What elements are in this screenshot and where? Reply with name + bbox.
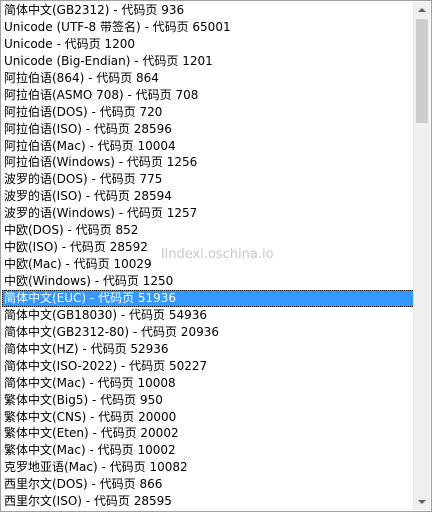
list-item[interactable]: 简体中文(GB2312-80) - 代码页 20936 <box>2 324 415 341</box>
list-item[interactable]: 波罗的语(DOS) - 代码页 775 <box>2 171 415 188</box>
list-item[interactable]: 中欧(Mac) - 代码页 10029 <box>2 256 415 273</box>
list-item[interactable]: Unicode - 代码页 1200 <box>2 36 415 53</box>
list-item[interactable]: 阿拉伯语(864) - 代码页 864 <box>2 70 415 87</box>
arrow-up-icon <box>418 8 426 12</box>
list-item[interactable]: 中欧(ISO) - 代码页 28592 <box>2 239 415 256</box>
list-item[interactable]: 繁体中文(Mac) - 代码页 10002 <box>2 442 415 459</box>
list-item-selected[interactable]: 简体中文(EUC) - 代码页 51936 <box>2 289 415 307</box>
list-item[interactable]: 阿拉伯语(Mac) - 代码页 10004 <box>2 138 415 155</box>
list-item[interactable]: 西里尔文(DOS) - 代码页 866 <box>2 476 415 493</box>
list-item[interactable]: 阿拉伯语(DOS) - 代码页 720 <box>2 104 415 121</box>
scroll-down-button[interactable] <box>414 494 430 510</box>
arrow-down-icon <box>418 500 426 504</box>
list-item[interactable]: 简体中文(GB2312) - 代码页 936 <box>2 2 415 19</box>
list-item[interactable]: 阿拉伯语(ISO) - 代码页 28596 <box>2 121 415 138</box>
list-item[interactable]: Unicode (UTF-8 带签名) - 代码页 65001 <box>2 19 415 36</box>
list-item[interactable]: 西里尔文(ISO) - 代码页 28595 <box>2 493 415 510</box>
encoding-listbox[interactable]: 简体中文(GB2312) - 代码页 936 Unicode (UTF-8 带签名… <box>0 0 432 512</box>
list-item[interactable]: 中欧(Windows) - 代码页 1250 <box>2 273 415 290</box>
list-item[interactable]: 简体中文(GB18030) - 代码页 54936 <box>2 307 415 324</box>
encoding-list[interactable]: 简体中文(GB2312) - 代码页 936 Unicode (UTF-8 带签名… <box>2 2 415 510</box>
list-item[interactable]: 繁体中文(CNS) - 代码页 20000 <box>2 409 415 426</box>
scroll-thumb[interactable] <box>416 19 428 123</box>
list-item[interactable]: 阿拉伯语(Windows) - 代码页 1256 <box>2 154 415 171</box>
list-item[interactable]: Unicode (Big-Endian) - 代码页 1201 <box>2 53 415 70</box>
list-item[interactable]: 波罗的语(ISO) - 代码页 28594 <box>2 188 415 205</box>
scroll-up-button[interactable] <box>414 2 430 18</box>
list-item[interactable]: 简体中文(Mac) - 代码页 10008 <box>2 375 415 392</box>
list-item[interactable]: 繁体中文(Eten) - 代码页 20002 <box>2 425 415 442</box>
list-item[interactable]: 克罗地亚语(Mac) - 代码页 10082 <box>2 459 415 476</box>
list-item[interactable]: 繁体中文(Big5) - 代码页 950 <box>2 392 415 409</box>
list-item[interactable]: 波罗的语(Windows) - 代码页 1257 <box>2 205 415 222</box>
list-item[interactable]: 简体中文(HZ) - 代码页 52936 <box>2 341 415 358</box>
list-item[interactable]: 简体中文(ISO-2022) - 代码页 50227 <box>2 358 415 375</box>
list-item[interactable]: 中欧(DOS) - 代码页 852 <box>2 222 415 239</box>
list-item[interactable]: 阿拉伯语(ASMO 708) - 代码页 708 <box>2 87 415 104</box>
vertical-scrollbar[interactable] <box>413 2 430 510</box>
